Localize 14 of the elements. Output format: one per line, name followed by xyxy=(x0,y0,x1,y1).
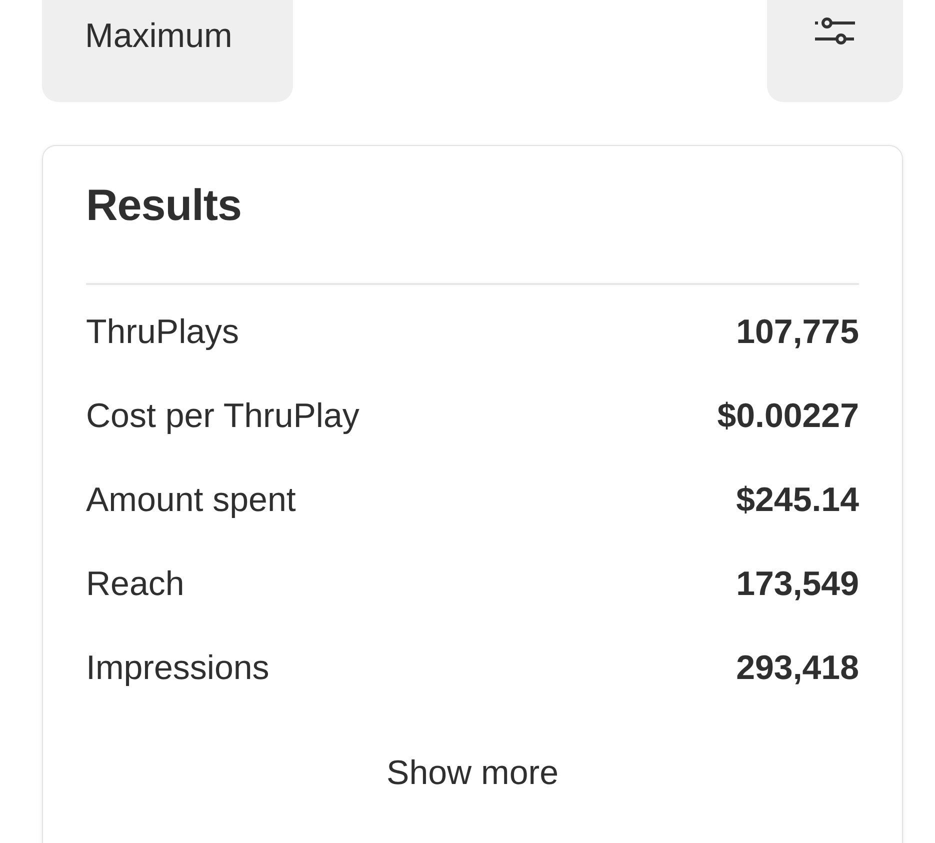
results-title: Results xyxy=(86,180,242,232)
maximum-selector[interactable]: Maximum xyxy=(42,0,293,102)
metric-label: ThruPlays xyxy=(86,312,240,352)
metric-value: 293,418 xyxy=(736,648,859,688)
metric-label: Impressions xyxy=(86,648,270,688)
metric-value: 107,775 xyxy=(736,312,859,352)
metric-label: Cost per ThruPlay xyxy=(86,396,360,436)
metric-value: $0.00227 xyxy=(717,396,859,436)
metric-label: Amount spent xyxy=(86,480,296,520)
show-more-button[interactable]: Show more xyxy=(386,731,558,815)
filter-button[interactable] xyxy=(767,0,903,102)
metric-value: $245.14 xyxy=(736,480,859,520)
metric-value: 173,549 xyxy=(736,564,859,604)
metric-label: Reach xyxy=(86,564,184,604)
